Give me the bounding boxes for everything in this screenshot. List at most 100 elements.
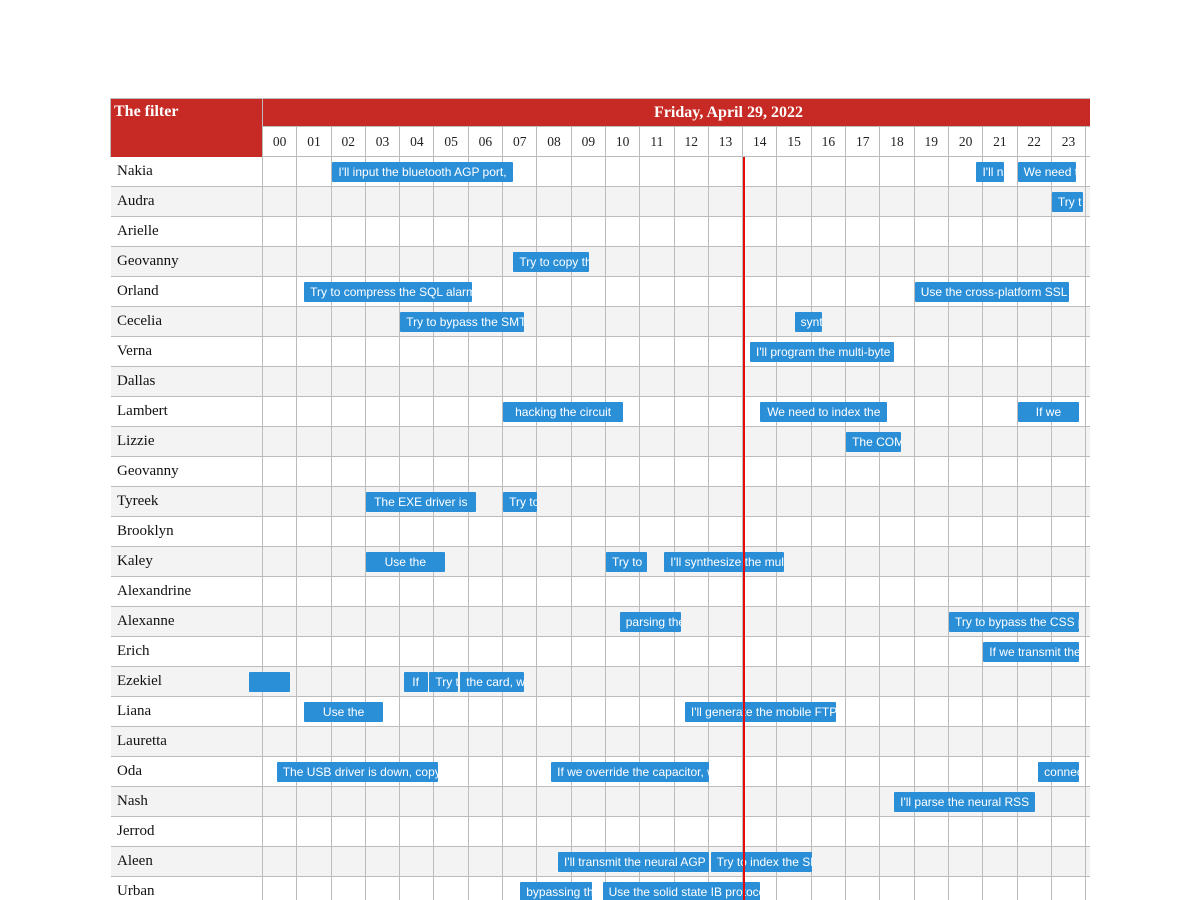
time-slot[interactable] — [434, 457, 468, 487]
event-bar[interactable]: Try to compress the SQL alarm, — [304, 282, 472, 302]
time-slot[interactable] — [675, 727, 709, 757]
event-bar[interactable]: I'll parse the neural RSS — [894, 792, 1035, 812]
time-slot[interactable] — [915, 307, 949, 337]
time-slot[interactable] — [675, 577, 709, 607]
time-slot[interactable] — [263, 277, 297, 307]
time-slot[interactable] — [743, 187, 777, 217]
hour-header-cell[interactable]: 13 — [709, 127, 743, 157]
time-slot[interactable] — [297, 247, 331, 277]
time-slot[interactable] — [469, 367, 503, 397]
time-slot[interactable] — [263, 607, 297, 637]
time-slot[interactable] — [537, 187, 571, 217]
time-slot[interactable] — [469, 697, 503, 727]
time-slot[interactable] — [366, 457, 400, 487]
time-slot[interactable] — [709, 817, 743, 847]
time-slot[interactable] — [400, 397, 434, 427]
hour-header-cell[interactable]: 00 — [263, 127, 297, 157]
time-slot[interactable] — [915, 727, 949, 757]
time-slot[interactable] — [812, 517, 846, 547]
time-slot[interactable] — [709, 727, 743, 757]
time-slot[interactable] — [1018, 217, 1052, 247]
time-slot[interactable] — [675, 307, 709, 337]
time-slot[interactable] — [297, 307, 331, 337]
time-slot[interactable] — [606, 367, 640, 397]
time-slot[interactable] — [949, 577, 983, 607]
time-slot[interactable] — [297, 397, 331, 427]
time-slot[interactable] — [777, 787, 811, 817]
time-slot[interactable] — [812, 757, 846, 787]
time-slot[interactable] — [709, 607, 743, 637]
time-slot[interactable] — [777, 217, 811, 247]
resource-cell[interactable]: Lambert — [111, 397, 263, 427]
resource-cell[interactable]: Alexanne — [111, 607, 263, 637]
hour-header-cell[interactable]: 23 — [1052, 127, 1086, 157]
time-slot[interactable] — [812, 667, 846, 697]
time-slot[interactable] — [949, 487, 983, 517]
time-slot[interactable] — [572, 727, 606, 757]
time-slot[interactable] — [503, 457, 537, 487]
time-slot[interactable] — [640, 457, 674, 487]
hour-header-cell[interactable]: 15 — [777, 127, 811, 157]
time-slot[interactable] — [915, 547, 949, 577]
event-bar[interactable]: I'll input the bluetooth AGP port, — [332, 162, 514, 182]
time-slot[interactable] — [709, 637, 743, 667]
time-slot[interactable] — [675, 787, 709, 817]
time-slot[interactable] — [366, 337, 400, 367]
scheduler-sheet[interactable]: The filter Friday, April 29, 2022 000102… — [110, 98, 1090, 900]
time-slot[interactable] — [743, 667, 777, 697]
time-slot[interactable] — [915, 637, 949, 667]
hour-header-cell[interactable]: 03 — [366, 127, 400, 157]
time-slot[interactable] — [572, 337, 606, 367]
time-slot[interactable] — [777, 367, 811, 397]
time-slot[interactable] — [1018, 187, 1052, 217]
time-slot[interactable] — [983, 517, 1017, 547]
time-slot[interactable] — [777, 277, 811, 307]
time-slot[interactable] — [332, 367, 366, 397]
event-bar[interactable]: Use the — [366, 552, 445, 572]
resource-cell[interactable]: Oda — [111, 757, 263, 787]
time-slot[interactable] — [503, 277, 537, 307]
time-slot[interactable] — [1018, 847, 1052, 877]
time-slot[interactable] — [640, 487, 674, 517]
time-slot[interactable] — [469, 247, 503, 277]
time-slot[interactable] — [332, 517, 366, 547]
time-slot[interactable] — [332, 667, 366, 697]
time-slot[interactable] — [709, 217, 743, 247]
time-slot[interactable] — [846, 247, 880, 277]
time-slot[interactable] — [606, 427, 640, 457]
time-slot[interactable] — [297, 487, 331, 517]
time-slot[interactable] — [469, 727, 503, 757]
event-bar[interactable]: We need to index the — [760, 402, 887, 422]
time-slot[interactable] — [263, 157, 297, 187]
time-slot[interactable] — [400, 577, 434, 607]
time-slot[interactable] — [880, 727, 914, 757]
time-slot[interactable] — [366, 427, 400, 457]
time-slot[interactable] — [743, 277, 777, 307]
time-slot[interactable] — [709, 517, 743, 547]
time-slot[interactable] — [1086, 367, 1090, 397]
time-slot[interactable] — [1086, 547, 1090, 577]
time-slot[interactable] — [983, 397, 1017, 427]
time-slot[interactable] — [1018, 517, 1052, 547]
time-slot[interactable] — [572, 697, 606, 727]
time-slot[interactable] — [263, 577, 297, 607]
event-bar[interactable]: Try to bypass the CSS po — [949, 612, 1079, 632]
event-bar[interactable]: I'll program the multi-byte — [750, 342, 894, 362]
time-slot[interactable] — [983, 337, 1017, 367]
event-bar[interactable]: Use the solid state IB protocol, — [603, 882, 761, 900]
time-slot[interactable] — [1018, 367, 1052, 397]
time-slot[interactable] — [846, 727, 880, 757]
time-slot[interactable] — [537, 337, 571, 367]
time-slot[interactable] — [880, 457, 914, 487]
time-slot[interactable] — [366, 307, 400, 337]
time-slot[interactable] — [537, 637, 571, 667]
time-slot[interactable] — [469, 337, 503, 367]
hour-header-cell[interactable]: 11 — [640, 127, 674, 157]
time-slot[interactable] — [1052, 877, 1086, 900]
time-slot[interactable] — [812, 367, 846, 397]
time-slot[interactable] — [983, 757, 1017, 787]
time-slot[interactable] — [503, 367, 537, 397]
time-slot[interactable] — [709, 247, 743, 277]
time-slot[interactable] — [1086, 697, 1090, 727]
time-slot[interactable] — [503, 727, 537, 757]
